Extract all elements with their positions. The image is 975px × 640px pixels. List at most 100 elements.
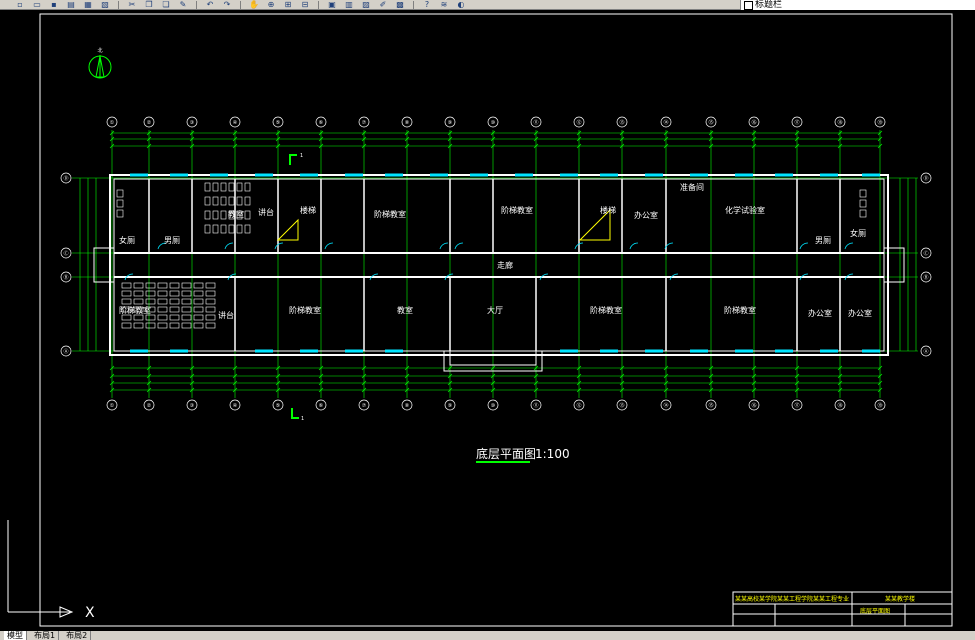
toolbar-separator [196,0,197,9]
axis-label-top: ④ [233,120,238,126]
axis-label-left: Ⓓ [63,175,68,182]
axis-label-bottom: ③ [190,403,194,409]
building-walls [93,174,905,372]
tool-palettes-icon[interactable]: ▨ [360,0,372,9]
layout-tab[interactable]: 布局2 [63,631,92,640]
publish-icon[interactable]: ▧ [99,0,111,9]
room-label: 阶梯教室 [289,305,321,315]
svg-text:1: 1 [300,153,303,159]
doors [124,242,854,281]
axis-label-bottom: ④ [233,403,238,409]
drawing-canvas[interactable]: 某某高校某学院某某工程学院某某工程专业 某某教学楼 底层平面图 北 ① ① ② ② ③ ③… [0,10,975,632]
axis-label-top: ⑪ [533,119,538,126]
room-label: 办公室 [634,210,658,220]
title-block-school: 某某高校某学院某某工程学院某某工程专业 [735,595,849,603]
toolbar-separator [240,0,241,9]
zoom-window-icon[interactable]: ⊞ [282,0,294,9]
room-label: 办公室 [808,308,832,318]
room-label: 女厕 [119,235,135,245]
section-mark-top: 1 [289,153,303,165]
axis-label-bottom: ⑮ [708,402,713,409]
zoom-previous-icon[interactable]: ⊟ [299,0,311,9]
axis-label-top: ⑮ [708,119,713,126]
partition-walls [116,179,867,351]
axis-label-top: ⑫ [576,119,581,126]
room-label: 男厕 [815,236,831,245]
match-properties-icon[interactable]: ✎ [177,0,189,9]
layout-tab[interactable]: 模型 [4,631,27,640]
title-block-drawing: 底层平面图 [860,607,890,615]
axis-label-top: ③ [190,120,194,126]
north-label: 北 [97,47,102,54]
undo-icon[interactable]: ↶ [204,0,216,9]
axis-label-bottom: ⑩ [491,403,496,409]
layout-tab[interactable]: 布局1 [31,631,60,640]
room-label: 阶梯教室 [119,305,151,315]
axis-label-top: ⑬ [619,119,624,126]
room-label: 男厕 [164,236,180,245]
axis-label-bottom: ⑨ [448,403,452,409]
help-icon[interactable]: ? [421,0,433,9]
axis-label-top: ⑱ [837,119,842,126]
axis-label-bottom: ⑭ [663,402,668,409]
room-label: 教室 [397,305,413,315]
room-label: 阶梯教室 [374,209,406,219]
north-arrow: 北 [88,47,112,79]
axis-label-left: Ⓒ [63,250,68,257]
axis-label-bottom: ⑬ [619,402,624,409]
toolbar-separator [318,0,319,9]
room-label: 大厅 [487,305,503,315]
markup-icon[interactable]: ✐ [377,0,389,9]
layer-dropdown[interactable]: 标题栏 [740,0,975,10]
axis-label-bottom: ⑦ [362,403,367,409]
section-mark-bottom: 1 [291,408,304,422]
print-icon[interactable]: ▤ [65,0,77,9]
design-center-icon[interactable]: ▥ [343,0,355,9]
axis-label-right: Ⓒ [923,250,928,257]
axis-label-right: Ⓑ [923,274,928,281]
paste-icon[interactable]: ❏ [160,0,172,9]
axis-label-right: Ⓓ [923,175,928,182]
new-file-icon[interactable]: ▫ [14,0,26,9]
room-labels: 女厕 男厕教室 讲台 楼梯 阶梯教室 阶梯教室 楼梯办公室准备间化学试验室男厕女厕阶梯教室讲… [119,182,872,320]
ucs-icon: X [7,520,95,621]
axis-label-bottom: ⑯ [751,402,756,409]
layer-state-icon[interactable]: ◐ [455,0,467,9]
layer-color-icon [744,1,753,10]
axis-label-bottom: ⑰ [794,402,799,409]
axis-label-bottom: ⑪ [533,402,538,409]
zoom-realtime-icon[interactable]: ⊕ [265,0,277,9]
room-label: 教室 [228,209,244,219]
corridor-label: 走廊 [497,260,513,270]
axis-label-top: ⑧ [405,120,410,126]
axis-label-top: ⑰ [794,119,799,126]
print-preview-icon[interactable]: ▦ [82,0,94,9]
axis-label-top: ⑩ [491,120,496,126]
axis-label-top: ⑨ [448,120,452,126]
calculator-icon[interactable]: ▩ [394,0,406,9]
toolbar-separator [413,0,414,9]
axis-label-top: ⑯ [751,119,756,126]
room-label: 楼梯 [600,205,616,215]
room-label: 阶梯教室 [724,305,756,315]
room-label: 讲台 [258,207,274,217]
room-label: 办公室 [848,308,872,318]
drawing-title: 底层平面图 [476,446,536,461]
axis-label-top: ⑥ [319,120,324,126]
axis-label-bottom: ⑧ [405,403,410,409]
open-file-icon[interactable]: ▭ [31,0,43,9]
room-label: 楼梯 [300,205,316,215]
axis-label-bottom: ② [147,403,152,409]
redo-icon[interactable]: ↷ [221,0,233,9]
cut-icon[interactable]: ✂ [126,0,138,9]
layer-manager-icon[interactable]: ≋ [438,0,450,9]
room-label: 女厕 [850,228,866,238]
pan-icon[interactable]: ✋ [248,0,260,9]
copy-icon[interactable]: ❐ [143,0,155,9]
properties-icon[interactable]: ▣ [326,0,338,9]
save-icon[interactable]: ▪ [48,0,60,9]
axis-label-right: Ⓐ [923,348,928,355]
axis-label-bottom: ⑥ [319,403,324,409]
layer-name: 标题栏 [755,0,783,10]
axis-label-bottom: ⑫ [576,402,581,409]
